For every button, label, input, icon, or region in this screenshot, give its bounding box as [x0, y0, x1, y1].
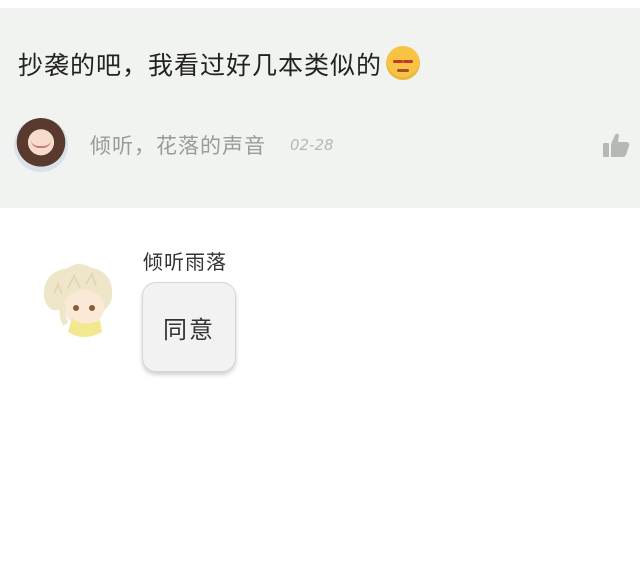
unamused-emoji-icon	[386, 46, 421, 80]
reply-avatar[interactable]	[34, 254, 122, 342]
comment-date: 02-28	[290, 136, 334, 154]
avatar[interactable]	[14, 118, 68, 172]
comment-card: 抄袭的吧，我看过好几本类似的 倾听，花落的声音 02-28	[0, 8, 640, 208]
comment-author-name[interactable]: 倾听，花落的声音	[90, 130, 266, 160]
comment-text-row: 抄袭的吧，我看过好几本类似的	[18, 46, 421, 82]
message-text: 同意	[163, 315, 215, 344]
comment-author-row: 倾听，花落的声音 02-28	[14, 118, 640, 172]
message-bubble[interactable]: 同意	[142, 282, 236, 372]
thumbs-up-icon[interactable]	[602, 132, 630, 158]
comment-text: 抄袭的吧，我看过好几本类似的	[18, 51, 383, 80]
reply-author-name[interactable]: 倾听雨落	[143, 246, 227, 275]
